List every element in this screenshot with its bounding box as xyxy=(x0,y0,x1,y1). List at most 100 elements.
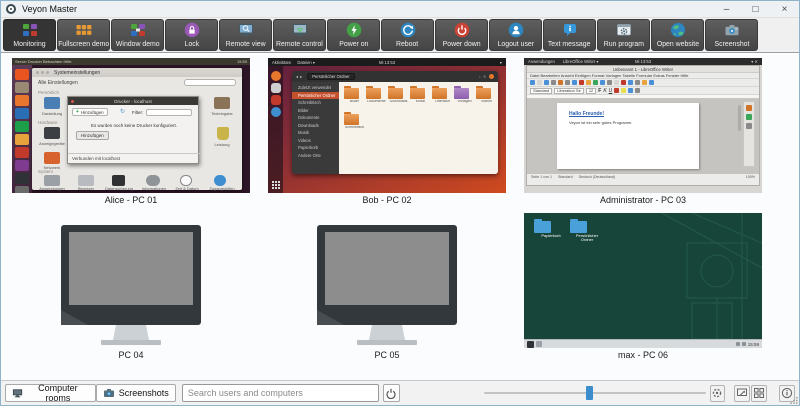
computer-caption: PC 05 xyxy=(268,350,506,361)
screenshots-button[interactable]: Screenshots xyxy=(96,384,176,402)
settings-icon-label: Zeit & Datum xyxy=(170,186,204,191)
computer-tile-administrator[interactable]: Anwendungen LibreOffice Writer ▾ Mi 13:5… xyxy=(524,58,762,206)
computer-grid: Server Drucker Betrachten Hilfe 15:59 xyxy=(12,58,762,361)
auto-adjust-button[interactable] xyxy=(710,385,726,402)
toolbar-button-open-website[interactable]: Open website xyxy=(651,19,704,51)
toolbar-button-window-demo[interactable]: Window demo xyxy=(111,19,164,51)
align-to-grid-button[interactable] xyxy=(751,385,767,402)
ubuntu-menubar: Server Drucker Betrachten Hilfe 15:59 xyxy=(12,58,250,65)
launcher-icon xyxy=(15,160,29,171)
font-name-select: Liberation Se xyxy=(554,88,584,94)
align-grid-icon xyxy=(753,387,765,399)
settings-titlebar: Systemeinstellungen xyxy=(32,68,242,77)
lock-icon xyxy=(184,22,200,38)
writer-document-area: Hallo Freunde! Veyon ist ein sehr gutes … xyxy=(527,99,759,173)
computer-tile-pc04[interactable]: PC 04 xyxy=(12,213,250,361)
computer-tile-alice[interactable]: Server Drucker Betrachten Hilfe 15:59 xyxy=(12,58,250,206)
toolbar-button-reboot[interactable]: Reboot xyxy=(381,19,434,51)
settings-icon xyxy=(78,175,94,186)
toolbar-button-label: Text message xyxy=(548,39,591,47)
folder-item: Bilder xyxy=(344,88,365,104)
monitor-icon xyxy=(312,225,462,347)
clock: 15:59 xyxy=(237,59,247,64)
settings-icon-label: Texteingabe xyxy=(204,111,240,116)
computer-rooms-icon xyxy=(12,387,23,399)
printers-dialog: Drucker - localhost + Hinzufügen ↻ Filte… xyxy=(67,96,199,164)
toolbar-button-remote-view[interactable]: Remote view xyxy=(219,19,272,51)
desktop-pattern xyxy=(632,213,762,339)
computer-tile-max[interactable]: Papierkorb Persönlicher Ordner 15:59 xyxy=(524,213,762,361)
zoom-level: 100% xyxy=(746,175,755,179)
toolbar-button-logout-user[interactable]: Logout user xyxy=(489,19,542,51)
toolbar-button-label: Screenshot xyxy=(714,39,749,47)
computer-rooms-label: Computer rooms xyxy=(27,383,89,403)
open-website-icon xyxy=(670,22,686,38)
gnome-topbar: Aktivitäten Dateien ▾ Mi 13:53 ▾ xyxy=(268,58,506,66)
toolbar-button-label: Open website xyxy=(656,39,698,47)
toolbar-button-power-down[interactable]: Power down xyxy=(435,19,488,51)
sidebar-item: Dokumente xyxy=(292,114,339,122)
toolbar-button-monitoring[interactable]: Monitoring xyxy=(3,19,56,51)
nav-forward-icon: ▸ xyxy=(300,74,302,79)
offline-monitor xyxy=(268,213,506,348)
settings-icon-label: Anwendungen xyxy=(32,186,72,191)
settings-icon xyxy=(44,97,60,109)
printers-dialog-titlebar: Drucker - localhost xyxy=(68,97,198,105)
files-content: Bilder Dokumente Downloads Musik Öffentl… xyxy=(339,82,498,174)
toolbar-button-power-on[interactable]: Power on xyxy=(327,19,380,51)
menu-icon: ≡ xyxy=(484,74,486,79)
settings-icon xyxy=(146,175,160,186)
dock-icon-firefox xyxy=(271,71,281,81)
toolbar-button-fullscreen-demo[interactable]: Fullscreen demo xyxy=(57,19,110,51)
settings-icon xyxy=(112,175,125,186)
toolbar-button-lock[interactable]: Lock xyxy=(165,19,218,51)
folder-label: Papierkorb xyxy=(534,234,568,238)
desktop-folder-item: Papierkorb xyxy=(534,221,568,238)
power-state-toggle-button[interactable] xyxy=(383,384,400,402)
writer-format-toolbar: Standard Liberation Se 12 F K U xyxy=(527,87,759,95)
thumbnail-size-slider[interactable] xyxy=(484,385,706,401)
search-input[interactable] xyxy=(182,384,379,402)
paragraph-style-select: Standard xyxy=(530,88,552,94)
folder-label: Persönlicher Ordner xyxy=(570,234,604,243)
toolbar-button-remote-control[interactable]: Remote control xyxy=(273,19,326,51)
toolbar-button-label: Remote view xyxy=(226,39,266,47)
toolbar-button-label: Run program xyxy=(603,39,643,47)
window-title: Veyon Master xyxy=(22,4,77,14)
launcher-icon xyxy=(15,82,29,93)
toolbar-button-screenshot[interactable]: Screenshot xyxy=(705,19,758,51)
desktop-topbar: Anwendungen LibreOffice Writer ▾ Mi 13:5… xyxy=(524,58,762,65)
screenshot-icon xyxy=(724,22,740,38)
all-settings-label: Alle Einstellungen xyxy=(38,80,78,86)
toolbar-button-run-program[interactable]: Run program xyxy=(597,19,650,51)
computer-tile-pc05[interactable]: PC 05 xyxy=(268,213,506,361)
files-window: ◂ ▸ Persönlicher Ordner ◦ ≡ Zuletzt verw… xyxy=(292,71,498,174)
custom-arrangement-button[interactable] xyxy=(734,385,750,402)
minimize-button[interactable]: – xyxy=(712,1,741,17)
toolbar-button-label: Monitoring xyxy=(13,39,45,47)
screen-thumbnail-max: Papierkorb Persönlicher Ordner 15:59 xyxy=(524,213,762,348)
sidebar-item-selected: Persönlicher Ordner xyxy=(292,92,339,100)
page-style: Standard xyxy=(558,175,573,179)
maximize-button[interactable]: □ xyxy=(741,1,770,17)
toolbar-button-label: Window demo xyxy=(116,39,160,47)
settings-icon xyxy=(214,175,226,186)
screen-thumbnail-alice: Server Drucker Betrachten Hilfe 15:59 xyxy=(12,58,250,193)
offline-monitor xyxy=(12,213,250,348)
resize-grip[interactable] xyxy=(790,396,798,404)
document-body-text: Veyon ist ein sehr gutes Programm. xyxy=(569,120,632,125)
page-count: Seite 1 von 1 xyxy=(531,175,552,179)
menu-items: Server Drucker Betrachten Hilfe xyxy=(15,59,71,64)
dock-icon xyxy=(271,95,281,105)
monitor-icon xyxy=(56,225,206,347)
scrollbar xyxy=(738,105,741,131)
computer-rooms-button[interactable]: Computer rooms xyxy=(5,384,96,402)
dialog-status: Verbunden mit localhost xyxy=(72,156,120,161)
close-button[interactable]: × xyxy=(770,1,799,17)
start-menu-icon xyxy=(527,341,534,348)
launcher-icon xyxy=(15,173,29,184)
toolbar-button-text-message[interactable]: Text message xyxy=(543,19,596,51)
computer-tile-bob[interactable]: Aktivitäten Dateien ▾ Mi 13:53 ▾ xyxy=(268,58,506,206)
slider-handle[interactable] xyxy=(586,386,593,400)
computer-caption: PC 04 xyxy=(12,350,250,361)
